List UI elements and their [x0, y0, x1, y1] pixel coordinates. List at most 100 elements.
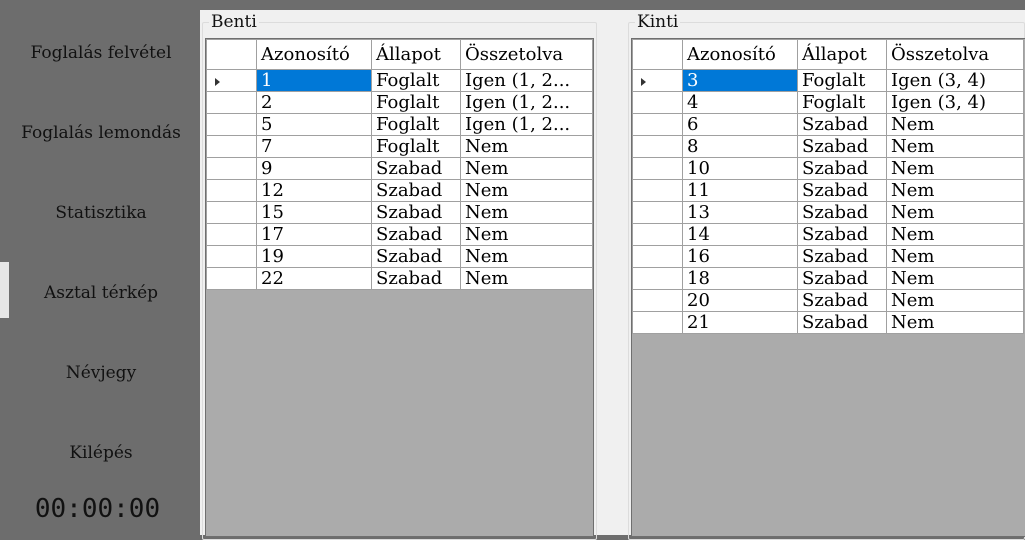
table-row[interactable]: 14 Szabad Nem: [632, 223, 1024, 246]
cell-azonosito[interactable]: 19: [256, 245, 372, 268]
nav-foglalas-felvetel[interactable]: Foglalás felvétel: [0, 33, 202, 73]
cell-azonosito[interactable]: 22: [256, 267, 372, 290]
nav-statisztika[interactable]: Statisztika: [0, 193, 202, 233]
cell-azonosito[interactable]: 4: [682, 91, 798, 114]
row-header[interactable]: [632, 289, 683, 312]
kinti-datagrid[interactable]: Azonosító Állapot Összetolva 3 Foglalt Ige…: [632, 39, 1024, 334]
cell-osszetolva[interactable]: Nem: [886, 289, 1024, 312]
row-header[interactable]: [206, 201, 257, 224]
cell-osszetolva[interactable]: Nem: [886, 267, 1024, 290]
cell-osszetolva[interactable]: Nem: [460, 223, 593, 246]
cell-allapot[interactable]: Foglalt: [371, 91, 461, 114]
cell-allapot[interactable]: Foglalt: [371, 135, 461, 158]
table-row[interactable]: 8 Szabad Nem: [632, 135, 1024, 158]
table-row[interactable]: 18 Szabad Nem: [632, 267, 1024, 290]
row-header[interactable]: [206, 69, 257, 92]
cell-allapot[interactable]: Szabad: [797, 223, 887, 246]
cell-osszetolva[interactable]: Igen (1, 2...: [460, 69, 593, 92]
table-row[interactable]: 15 Szabad Nem: [206, 201, 593, 224]
cell-azonosito[interactable]: 10: [682, 157, 798, 180]
row-header[interactable]: [206, 113, 257, 136]
row-header[interactable]: [632, 157, 683, 180]
column-header-osszetolva[interactable]: Összetolva: [460, 39, 593, 70]
table-row[interactable]: 12 Szabad Nem: [206, 179, 593, 202]
cell-allapot[interactable]: Szabad: [371, 223, 461, 246]
cell-osszetolva[interactable]: Nem: [460, 201, 593, 224]
table-row[interactable]: 20 Szabad Nem: [632, 289, 1024, 312]
row-header[interactable]: [632, 69, 683, 92]
kinti-table[interactable]: Azonosító Állapot Összetolva 3 Foglalt Ige…: [631, 38, 1025, 537]
row-header[interactable]: [632, 179, 683, 202]
row-header[interactable]: [206, 157, 257, 180]
cell-allapot[interactable]: Szabad: [797, 157, 887, 180]
nav-foglalas-lemondas[interactable]: Foglalás lemondás: [0, 113, 202, 153]
cell-osszetolva[interactable]: Nem: [886, 157, 1024, 180]
table-row[interactable]: 3 Foglalt Igen (3, 4): [632, 69, 1024, 92]
cell-allapot[interactable]: Foglalt: [797, 91, 887, 114]
table-row[interactable]: 6 Szabad Nem: [632, 113, 1024, 136]
cell-allapot[interactable]: Szabad: [797, 245, 887, 268]
row-header[interactable]: [632, 245, 683, 268]
cell-osszetolva[interactable]: Nem: [460, 245, 593, 268]
cell-allapot[interactable]: Szabad: [797, 201, 887, 224]
cell-osszetolva[interactable]: Nem: [886, 245, 1024, 268]
cell-allapot[interactable]: Szabad: [371, 245, 461, 268]
cell-azonosito[interactable]: 16: [682, 245, 798, 268]
cell-azonosito[interactable]: 5: [256, 113, 372, 136]
nav-kilepes[interactable]: Kilépés: [0, 433, 202, 473]
cell-azonosito[interactable]: 12: [256, 179, 372, 202]
table-row[interactable]: 1 Foglalt Igen (1, 2...: [206, 69, 593, 92]
cell-azonosito[interactable]: 6: [682, 113, 798, 136]
table-row[interactable]: 2 Foglalt Igen (1, 2...: [206, 91, 593, 114]
cell-allapot[interactable]: Szabad: [371, 157, 461, 180]
table-row[interactable]: 21 Szabad Nem: [632, 311, 1024, 334]
table-row[interactable]: 10 Szabad Nem: [632, 157, 1024, 180]
table-row[interactable]: 4 Foglalt Igen (3, 4): [632, 91, 1024, 114]
cell-allapot[interactable]: Szabad: [371, 179, 461, 202]
benti-datagrid[interactable]: Azonosító Állapot Összetolva 1 Foglalt Ige…: [206, 39, 593, 290]
cell-allapot[interactable]: Foglalt: [371, 113, 461, 136]
row-header-corner[interactable]: [206, 39, 257, 70]
cell-allapot[interactable]: Szabad: [797, 289, 887, 312]
cell-azonosito[interactable]: 7: [256, 135, 372, 158]
table-row[interactable]: 5 Foglalt Igen (1, 2...: [206, 113, 593, 136]
cell-allapot[interactable]: Szabad: [797, 113, 887, 136]
table-row[interactable]: 9 Szabad Nem: [206, 157, 593, 180]
cell-azonosito[interactable]: 14: [682, 223, 798, 246]
cell-azonosito[interactable]: 15: [256, 201, 372, 224]
cell-allapot[interactable]: Szabad: [797, 179, 887, 202]
cell-azonosito[interactable]: 13: [682, 201, 798, 224]
row-header[interactable]: [632, 311, 683, 334]
cell-azonosito[interactable]: 11: [682, 179, 798, 202]
table-row[interactable]: 11 Szabad Nem: [632, 179, 1024, 202]
cell-azonosito[interactable]: 21: [682, 311, 798, 334]
row-header[interactable]: [632, 267, 683, 290]
row-header[interactable]: [632, 113, 683, 136]
cell-osszetolva[interactable]: Nem: [886, 113, 1024, 136]
benti-table[interactable]: Azonosító Állapot Összetolva 1 Foglalt Ige…: [205, 38, 594, 537]
cell-osszetolva[interactable]: Nem: [886, 223, 1024, 246]
nav-asztal-terkep[interactable]: Asztal térkép: [0, 273, 202, 313]
row-header[interactable]: [206, 91, 257, 114]
cell-azonosito[interactable]: 1: [256, 69, 372, 92]
row-header-corner[interactable]: [632, 39, 683, 70]
column-header-allapot[interactable]: Állapot: [797, 39, 887, 70]
table-row[interactable]: 7 Foglalt Nem: [206, 135, 593, 158]
row-header[interactable]: [206, 135, 257, 158]
cell-osszetolva[interactable]: Nem: [460, 157, 593, 180]
table-row[interactable]: 16 Szabad Nem: [632, 245, 1024, 268]
cell-osszetolva[interactable]: Nem: [886, 135, 1024, 158]
cell-allapot[interactable]: Szabad: [797, 135, 887, 158]
cell-allapot[interactable]: Szabad: [371, 267, 461, 290]
table-row[interactable]: 19 Szabad Nem: [206, 245, 593, 268]
cell-azonosito[interactable]: 2: [256, 91, 372, 114]
cell-osszetolva[interactable]: Igen (3, 4): [886, 91, 1024, 114]
cell-allapot[interactable]: Szabad: [371, 201, 461, 224]
column-header-azonosito[interactable]: Azonosító: [256, 39, 372, 70]
column-header-allapot[interactable]: Állapot: [371, 39, 461, 70]
row-header[interactable]: [206, 223, 257, 246]
cell-allapot[interactable]: Szabad: [797, 311, 887, 334]
row-header[interactable]: [206, 245, 257, 268]
cell-allapot[interactable]: Szabad: [797, 267, 887, 290]
cell-osszetolva[interactable]: Igen (1, 2...: [460, 113, 593, 136]
